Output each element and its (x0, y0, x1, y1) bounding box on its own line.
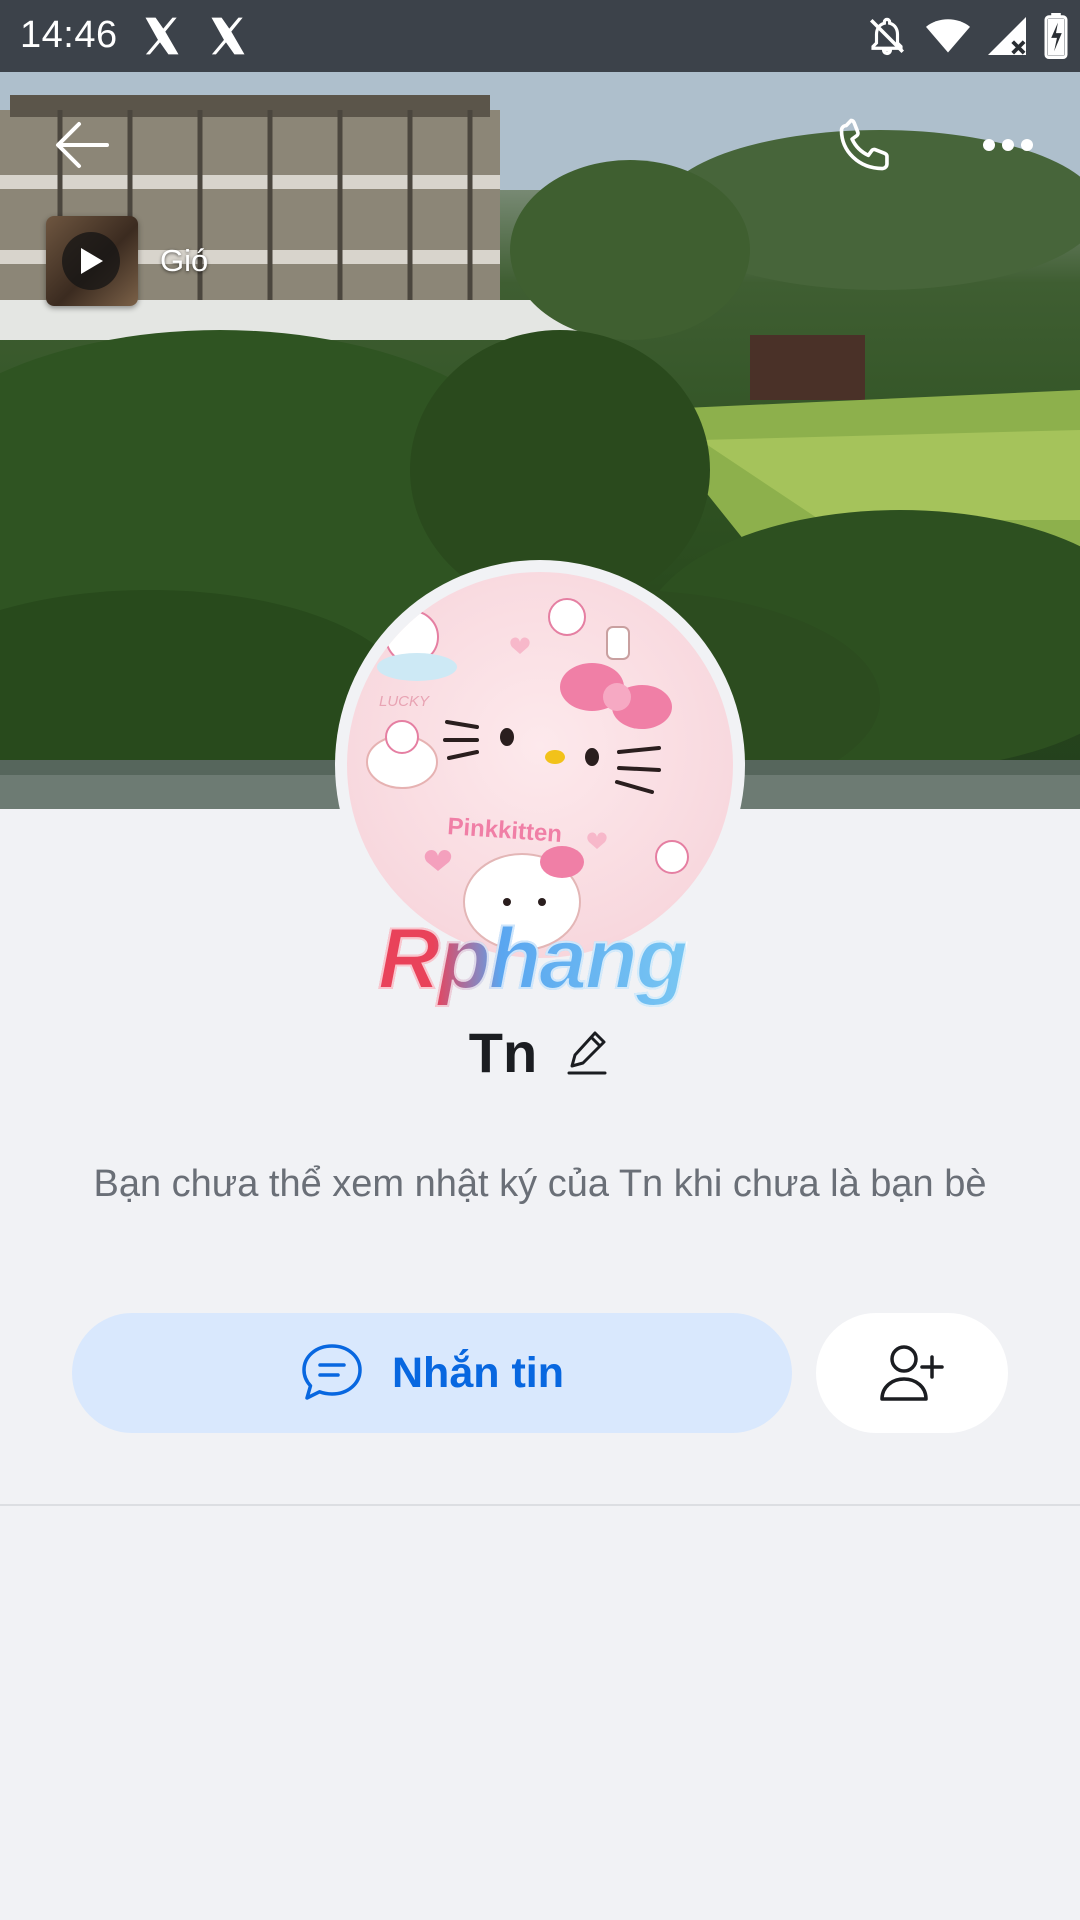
signal-icon (988, 17, 1026, 55)
back-button[interactable] (42, 105, 122, 185)
status-bar: 14:46 (0, 0, 1080, 72)
phone-icon (839, 118, 889, 171)
status-time: 14:46 (20, 14, 118, 56)
profile-avatar[interactable]: LUCKY Pinkkitten (335, 560, 745, 970)
wifi-icon (926, 19, 970, 53)
friendship-notice: Bạn chưa thể xem nhật ký của Tn khi chưa… (93, 1163, 987, 1205)
svg-text:Pinkkitten: Pinkkitten (447, 813, 563, 848)
section-divider (0, 1504, 1080, 1506)
play-icon (62, 232, 120, 290)
x-logo-icon (211, 17, 245, 55)
call-button[interactable] (825, 105, 905, 185)
hello-kitty-illustration: LUCKY Pinkkitten (366, 598, 689, 951)
add-friend-icon (880, 1345, 944, 1401)
more-options-button[interactable] (968, 105, 1048, 185)
arrow-left-icon (56, 122, 109, 168)
name-row: Tn (0, 1012, 1080, 1092)
svg-text:LUCKY: LUCKY (379, 693, 430, 710)
watermark-text: Rphang (377, 910, 689, 1008)
more-dots-icon (983, 139, 1033, 151)
system-icons (866, 12, 1068, 60)
add-friend-button[interactable] (816, 1313, 1008, 1433)
message-button[interactable]: Nhắn tin (72, 1313, 792, 1433)
music-title: Gió (160, 243, 209, 278)
chat-bubble-icon (302, 1344, 362, 1400)
edit-name-pencil-icon[interactable] (565, 1027, 611, 1077)
profile-screen: 14:46 Gió LUCKY Pinkkitten Rphang Tn Bạn… (0, 0, 1080, 1920)
profile-music[interactable]: Gió (46, 216, 208, 306)
x-logo-icon (145, 17, 179, 55)
profile-name: Tn (468, 1020, 538, 1084)
battery-charging-icon (1044, 13, 1068, 59)
music-cover-thumbnail (46, 216, 138, 306)
message-button-label: Nhắn tin (392, 1348, 564, 1397)
avatar-image: LUCKY Pinkkitten (347, 572, 733, 958)
notifications-off-icon (870, 17, 904, 56)
